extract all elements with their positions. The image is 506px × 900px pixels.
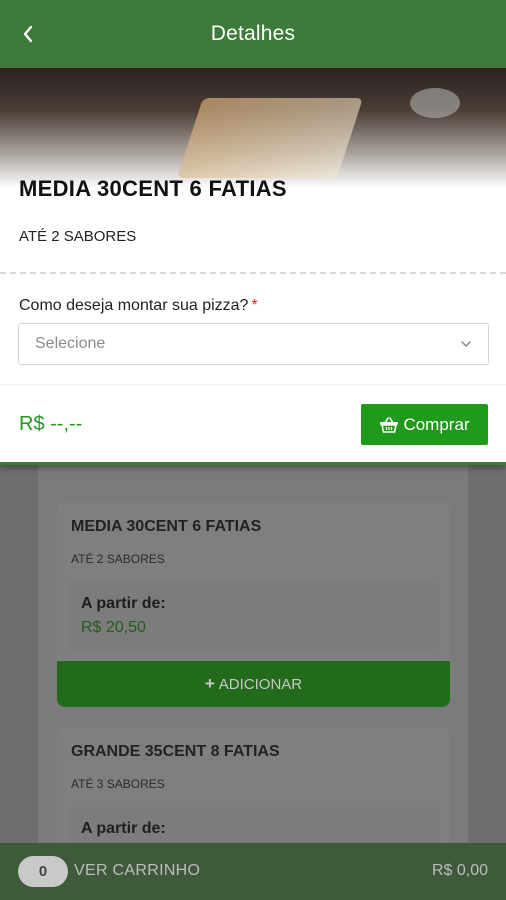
product-name: MEDIA 30CENT 6 FATIAS [19,176,287,201]
required-mark: * [251,297,258,314]
back-button[interactable] [14,20,42,48]
chevron-left-icon [23,25,33,43]
product-detail-sheet: MEDIA 30CENT 6 FATIAS ATÉ 2 SABORES Como… [0,68,506,465]
basket-icon [380,416,399,433]
assembly-select[interactable]: Selecione [18,323,489,365]
product-hero-image [0,68,506,188]
dashed-divider [0,272,506,274]
buy-button-label: Comprar [403,414,470,434]
card-subtitle: ATÉ 2 SABORES [71,552,165,566]
product-card[interactable]: MEDIA 30CENT 6 FATIAS ATÉ 2 SABORES A pa… [57,502,450,707]
price-box: A partir de: R$ 20,50 [67,582,440,650]
chevron-down-icon [461,341,471,348]
card-title: GRANDE 35CENT 8 FATIAS [71,743,280,760]
product-subtitle: ATÉ 2 SABORES [19,228,137,245]
question-text: Como deseja montar sua pizza? [19,297,249,314]
from-label: A partir de: [81,595,166,612]
page-title: Detalhes [210,22,296,45]
from-price: R$ 20,50 [81,619,146,636]
cart-count-badge: 0 [18,856,68,887]
plus-icon: + [204,674,215,693]
card-subtitle: ATÉ 3 SABORES [71,777,165,791]
plate-image [410,88,460,118]
product-price: R$ --,-- [19,413,83,435]
cart-bar[interactable]: 0 VER CARRINHO R$ 0,00 [0,843,506,900]
product-list: MEDIA 30CENT 6 FATIAS ATÉ 2 SABORES A pa… [0,465,506,875]
select-placeholder: Selecione [35,335,106,352]
purchase-bar: R$ --,-- Comprar [0,384,506,462]
cart-total: R$ 0,00 [431,862,488,879]
add-button[interactable]: + ADICIONAR [57,661,450,707]
from-label: A partir de: [81,820,166,837]
view-cart-label: VER CARRINHO [74,862,201,879]
card-title: MEDIA 30CENT 6 FATIAS [71,518,262,535]
assembly-question-label: Como deseja montar sua pizza? * [19,297,258,315]
pizza-slice-image [177,98,363,178]
buy-button[interactable]: Comprar [361,404,488,445]
top-app-bar: Detalhes [0,0,506,68]
add-button-label: ADICIONAR [218,675,303,693]
